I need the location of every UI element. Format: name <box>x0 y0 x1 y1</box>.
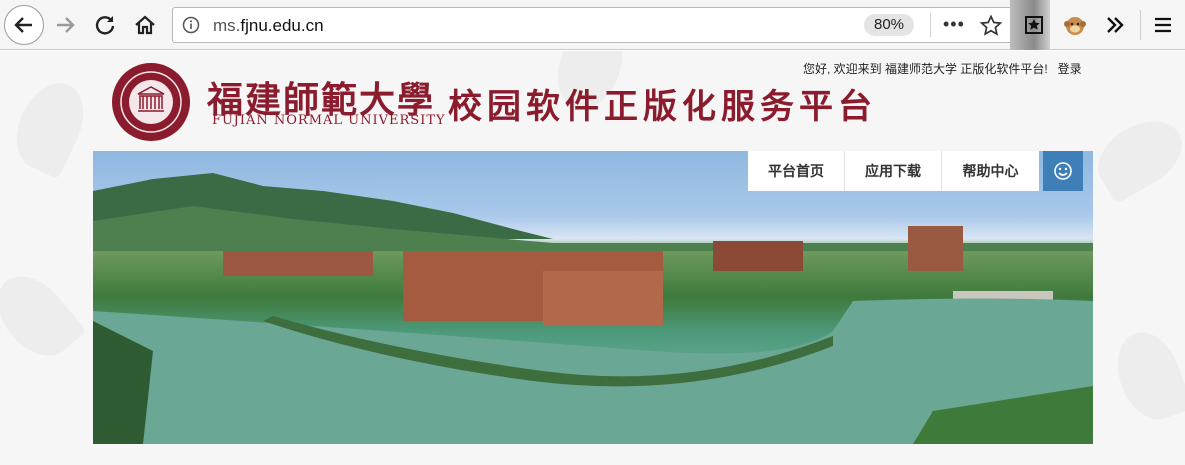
reload-button[interactable] <box>90 10 120 40</box>
reload-icon <box>95 16 115 35</box>
library-button[interactable] <box>1019 10 1049 40</box>
bookmark-star-icon[interactable] <box>979 14 1003 38</box>
nav-item-home[interactable]: 平台首页 <box>748 151 845 191</box>
browser-toolbar: ms.fjnu.edu.cn 80% ••• <box>0 0 1185 50</box>
address-bar[interactable]: ms.fjnu.edu.cn 80% ••• <box>172 7 1027 43</box>
save-to-pocket-icon <box>1025 16 1043 34</box>
background-leaf <box>0 262 87 370</box>
page-actions-menu-icon[interactable]: ••• <box>943 14 965 34</box>
divider <box>930 13 931 37</box>
smiley-icon <box>1054 162 1072 180</box>
hamburger-menu-icon <box>1155 17 1171 33</box>
arrow-left-icon <box>14 17 32 33</box>
welcome-text: 您好, 欢迎来到 福建师范大学 正版化软件平台! <box>803 62 1048 76</box>
site-title: 校园软件正版化服务平台 <box>448 87 877 127</box>
page-body: 福建師範大學 FUJIAN NORMAL UNIVERSITY 校园软件正版化服… <box>0 51 1185 465</box>
main-menu-button[interactable] <box>1148 10 1178 40</box>
extension-button[interactable] <box>1060 10 1090 40</box>
background-leaf <box>3 72 97 180</box>
user-button[interactable] <box>1043 151 1083 191</box>
home-button[interactable] <box>130 10 160 40</box>
arrow-right-icon <box>57 17 75 33</box>
campus-banner: 平台首页 应用下载 帮助中心 <box>93 151 1093 444</box>
welcome-bar: 您好, 欢迎来到 福建师范大学 正版化软件平台! 登录 <box>803 60 1082 77</box>
main-nav: 平台首页 应用下载 帮助中心 <box>748 151 1039 191</box>
campus-photo <box>93 173 1093 444</box>
forward-button[interactable] <box>50 10 80 40</box>
chevron-double-right-icon <box>1107 17 1124 33</box>
login-link[interactable]: 登录 <box>1058 62 1082 76</box>
divider <box>1140 10 1141 40</box>
background-leaf <box>1086 107 1185 205</box>
info-icon[interactable] <box>181 15 201 35</box>
nav-item-downloads[interactable]: 应用下载 <box>845 151 942 191</box>
zoom-indicator[interactable]: 80% <box>864 14 915 36</box>
overflow-menu-button[interactable] <box>1100 10 1130 40</box>
url-text[interactable]: ms.fjnu.edu.cn <box>213 16 324 36</box>
nav-item-help[interactable]: 帮助中心 <box>942 151 1039 191</box>
background-leaf <box>1106 323 1185 429</box>
home-icon <box>135 15 155 35</box>
back-button[interactable] <box>4 5 44 45</box>
university-seal-logo[interactable] <box>112 63 190 141</box>
monkey-extension-icon <box>1064 17 1086 35</box>
university-english-name: FUJIAN NORMAL UNIVERSITY <box>212 113 446 128</box>
